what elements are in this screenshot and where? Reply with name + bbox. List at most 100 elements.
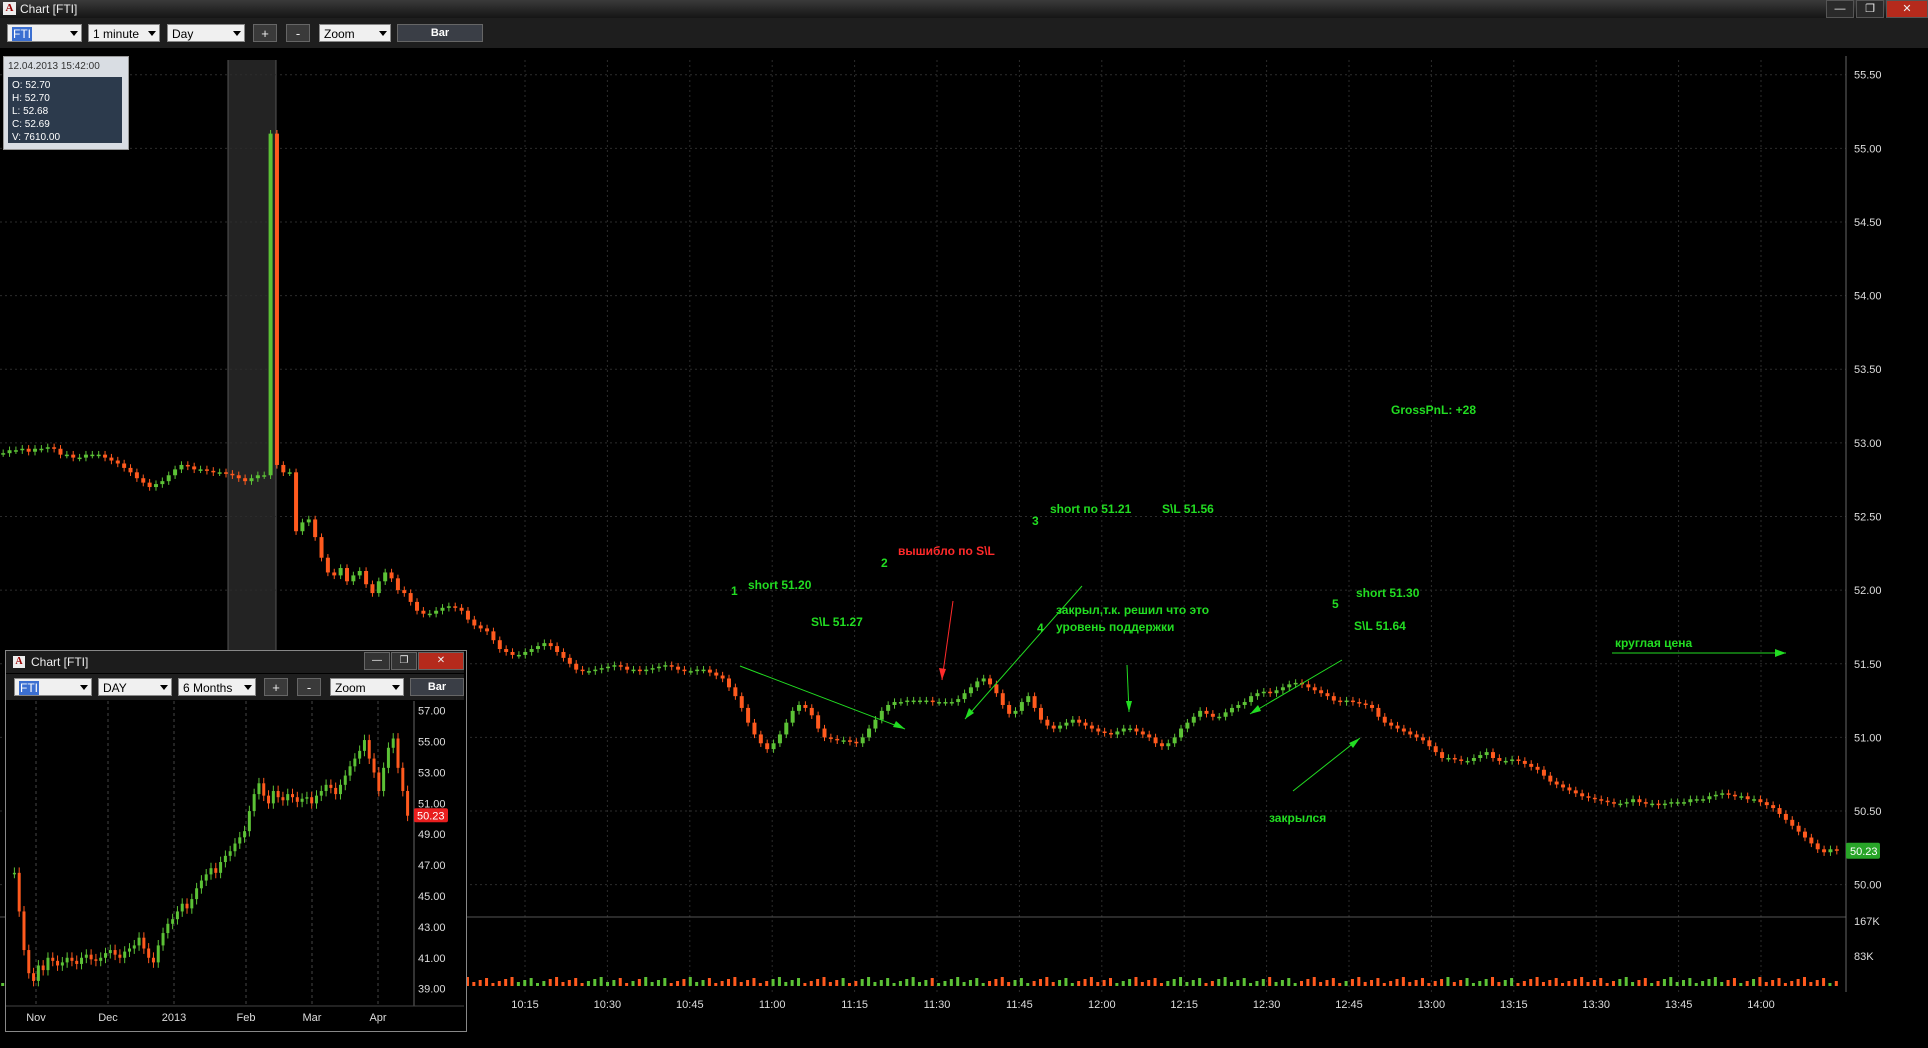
volume-bar [975, 978, 979, 986]
price-bar [52, 447, 57, 449]
volume-bar [739, 982, 743, 986]
volume-bar [491, 983, 495, 986]
interval-select[interactable]: 1 minute [88, 24, 160, 42]
price-bar [115, 460, 120, 464]
price-bar [192, 466, 197, 470]
daily-bar [171, 919, 175, 924]
price-bar [644, 669, 649, 672]
daily-bar [291, 794, 295, 798]
price-bar [1166, 743, 1171, 747]
daily-bar [314, 795, 318, 804]
daily-bar [123, 951, 127, 958]
volume-bar [1669, 977, 1673, 986]
price-bar [262, 475, 267, 477]
price-bar [714, 672, 719, 676]
inset-zoom-out-button[interactable]: - [297, 678, 321, 696]
price-bar [1096, 728, 1101, 732]
price-bar [122, 463, 127, 468]
price-bar [1070, 719, 1075, 723]
volume-bar [1822, 978, 1826, 986]
price-bar [395, 578, 400, 591]
price-bar [1822, 849, 1827, 853]
volume-bar [1325, 980, 1329, 986]
volume-bar [1713, 977, 1717, 986]
price-bar [962, 693, 967, 700]
volume-bar [1363, 982, 1367, 986]
price-bar [421, 610, 426, 614]
price-bar [733, 687, 738, 697]
price-bar [580, 669, 585, 672]
volume-bar [1599, 978, 1603, 986]
price-bar [847, 740, 852, 742]
price-bar [726, 678, 731, 688]
zoom-select[interactable]: Zoom [319, 24, 391, 42]
inset-zoom-in-button[interactable]: + [264, 678, 288, 696]
volume-bar [663, 978, 667, 986]
daily-bar [180, 903, 184, 912]
symbol-select[interactable]: FTI [7, 24, 82, 42]
price-bar [1777, 808, 1782, 814]
inset-range-select[interactable]: 6 Months [178, 678, 256, 696]
volume-bar [1567, 981, 1571, 986]
daily-bar [338, 784, 342, 795]
daily-bar [305, 797, 309, 799]
inset-zoom-select[interactable]: Zoom [330, 678, 404, 696]
volume-bar [1758, 977, 1762, 986]
price-bar [1344, 700, 1349, 703]
inset-interval-select[interactable]: DAY [98, 678, 172, 696]
daily-bar [281, 797, 285, 801]
price-bar [1223, 712, 1228, 717]
price-bar [816, 715, 821, 729]
price-bar [618, 665, 623, 667]
ohlc-info-box: 12.04.2013 15:42:00 O: 52.70 H: 52.70 L:… [3, 56, 129, 150]
price-tick-label: 53.50 [1854, 364, 1882, 376]
price-bar [1573, 790, 1578, 794]
bar-type-button[interactable]: Bar [397, 24, 483, 42]
restore-icon[interactable]: ❐ [1856, 0, 1884, 18]
minimize-icon[interactable]: — [1826, 0, 1854, 18]
volume-bar [504, 979, 508, 986]
price-bar [1809, 837, 1814, 844]
restore-icon[interactable]: ❐ [391, 652, 417, 670]
price-bar [555, 646, 560, 652]
daily-bar [223, 855, 227, 863]
price-bar [1217, 716, 1222, 719]
daily-bar [377, 772, 381, 792]
price-bar [1669, 802, 1674, 804]
daily-bar [286, 794, 290, 801]
inset-symbol-select[interactable]: FTI [14, 678, 92, 696]
price-bar [1140, 731, 1145, 735]
price-bar [943, 702, 948, 704]
price-bar [822, 728, 827, 738]
price-bar [1204, 710, 1209, 714]
daily-price-chart[interactable]: Nov Dec 2013 Feb Mar Apr 39.00 41.00 43.00 45.00 4… [6, 701, 464, 1029]
annotation-3-stoploss: S\L 51.56 [1162, 502, 1214, 516]
inset-price-tick-label: 41.00 [418, 953, 446, 965]
range-select[interactable]: Day [167, 24, 245, 42]
price-bar [465, 610, 470, 620]
volume-bar [1077, 981, 1081, 986]
volume-bar [1720, 982, 1724, 986]
price-bar [1293, 682, 1298, 685]
volume-bar [586, 981, 590, 986]
volume-bar [1140, 982, 1144, 986]
close-icon[interactable]: ✕ [418, 652, 464, 670]
price-bar [1561, 784, 1566, 788]
price-bar [1026, 696, 1031, 703]
daily-bar [89, 954, 93, 960]
price-bar [33, 448, 38, 452]
zoom-in-button[interactable]: + [253, 24, 277, 42]
daily-bar [199, 880, 203, 889]
inset-bar-type-button[interactable]: Bar [410, 678, 464, 696]
close-icon[interactable]: ✕ [1886, 0, 1928, 18]
volume-bar [682, 979, 686, 986]
zoom-out-button[interactable]: - [286, 24, 310, 42]
price-bar [1726, 793, 1731, 795]
daily-bar [156, 945, 160, 963]
price-bar [83, 454, 88, 458]
volume-bar [1395, 979, 1399, 986]
minimize-icon[interactable]: — [364, 652, 390, 670]
price-bar [1446, 757, 1451, 760]
volume-bar [1357, 977, 1361, 986]
price-bar [1121, 728, 1126, 732]
